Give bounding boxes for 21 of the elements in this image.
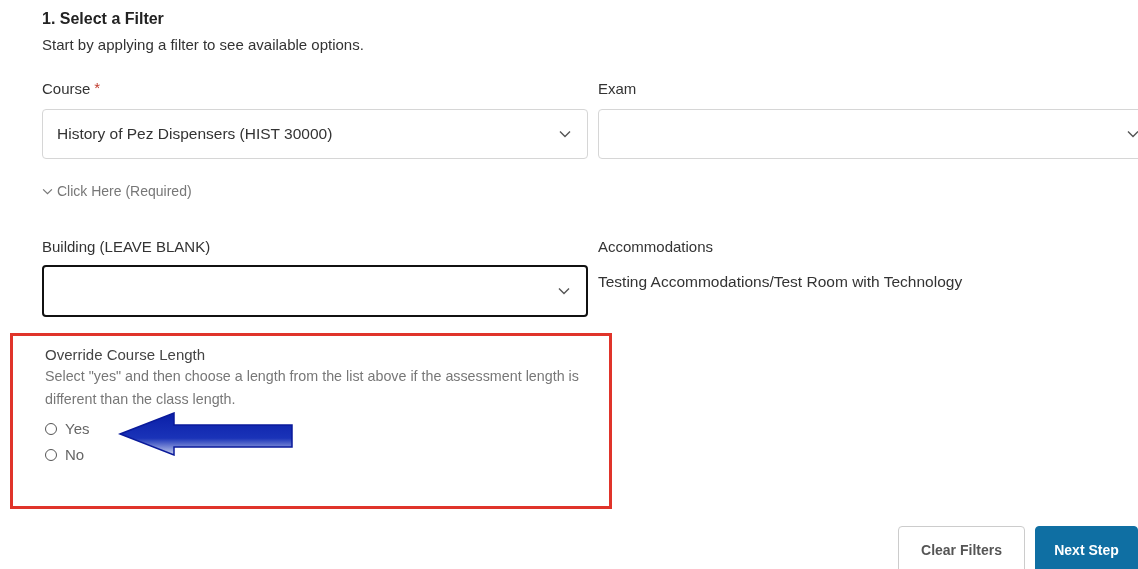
section-title: 1. Select a Filter [42,9,165,29]
disclosure-toggle[interactable]: Click Here (Required) [42,183,192,199]
course-select[interactable]: History of Pez Dispensers (HIST 30000) [42,109,588,159]
chevron-down-icon [42,187,53,195]
next-step-button[interactable]: Next Step [1035,526,1138,569]
chevron-down-icon [559,130,571,138]
exam-label: Exam [598,79,638,99]
section-subtitle: Start by applying a filter to see available options. [42,36,365,53]
override-help: Select "yes" and then choose a length from the list above if the assessment length is different than the class length. [45,367,580,409]
required-mark: * [94,79,101,98]
chevron-down-icon [558,287,570,295]
accommodations-value: Testing Accommodations/Test Room with Technology [598,273,964,291]
course-label: Course [42,79,91,99]
chevron-down-icon [1127,130,1138,138]
override-label: Override Course Length [45,346,207,363]
radio-label[interactable]: No [65,446,85,463]
building-select[interactable] [42,265,588,317]
radio-label[interactable]: Yes [65,420,90,437]
building-label: Building (LEAVE BLANK) [42,237,212,257]
clear-filters-button[interactable]: Clear Filters [898,526,1025,569]
accommodations-label: Accommodations [598,237,715,257]
